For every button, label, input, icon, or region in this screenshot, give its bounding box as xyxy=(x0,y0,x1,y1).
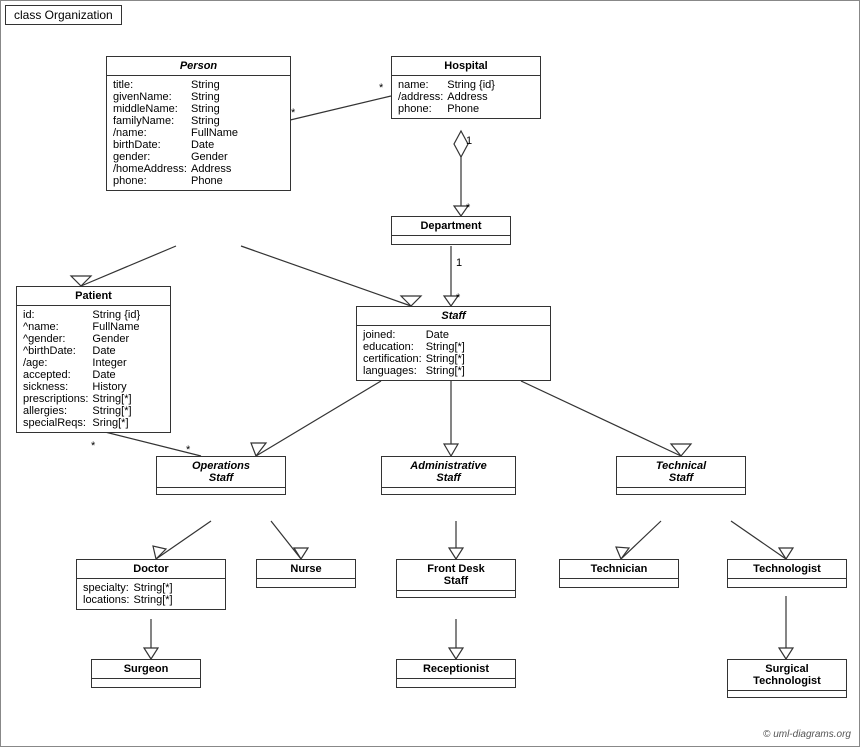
class-front-desk-staff-header: Front DeskStaff xyxy=(397,560,515,591)
class-surgical-technologist: SurgicalTechnologist xyxy=(727,659,847,698)
class-person-header: Person xyxy=(107,57,290,76)
class-doctor-body: specialty:String[*] locations:String[*] xyxy=(77,579,225,609)
class-administrative-staff-header: AdministrativeStaff xyxy=(382,457,515,488)
class-doctor: Doctor specialty:String[*] locations:Str… xyxy=(76,559,226,610)
class-person-body: title:String givenName:String middleName… xyxy=(107,76,290,190)
svg-text:*: * xyxy=(186,444,191,456)
class-patient-header: Patient xyxy=(17,287,170,306)
class-surgeon: Surgeon xyxy=(91,659,201,688)
class-technologist-header: Technologist xyxy=(728,560,846,579)
class-hospital: Hospital name:String {id} /address:Addre… xyxy=(391,56,541,119)
class-technologist: Technologist xyxy=(727,559,847,588)
svg-text:*: * xyxy=(466,202,471,214)
class-administrative-staff: AdministrativeStaff xyxy=(381,456,516,495)
class-department-body xyxy=(392,236,510,244)
svg-text:1: 1 xyxy=(466,135,472,147)
class-doctor-header: Doctor xyxy=(77,560,225,579)
class-staff: Staff joined:Date education:String[*] ce… xyxy=(356,306,551,381)
class-nurse: Nurse xyxy=(256,559,356,588)
svg-text:*: * xyxy=(291,107,296,119)
class-technician: Technician xyxy=(559,559,679,588)
svg-text:*: * xyxy=(91,440,96,452)
class-surgical-technologist-header: SurgicalTechnologist xyxy=(728,660,846,691)
diagram-container: class Organization * * 1 * 1 * xyxy=(0,0,860,747)
class-operations-staff-header: OperationsStaff xyxy=(157,457,285,488)
class-hospital-body: name:String {id} /address:Address phone:… xyxy=(392,76,540,118)
class-department: Department xyxy=(391,216,511,245)
svg-text:1: 1 xyxy=(456,257,462,269)
class-receptionist-header: Receptionist xyxy=(397,660,515,679)
class-technical-staff-header: TechnicalStaff xyxy=(617,457,745,488)
class-patient: Patient id:String {id} ^name:FullName ^g… xyxy=(16,286,171,433)
svg-text:*: * xyxy=(456,292,461,304)
class-nurse-header: Nurse xyxy=(257,560,355,579)
class-operations-staff: OperationsStaff xyxy=(156,456,286,495)
svg-text:*: * xyxy=(379,82,384,94)
class-hospital-header: Hospital xyxy=(392,57,540,76)
class-technician-header: Technician xyxy=(560,560,678,579)
class-person: Person title:String givenName:String mid… xyxy=(106,56,291,191)
class-front-desk-staff: Front DeskStaff xyxy=(396,559,516,598)
class-department-header: Department xyxy=(392,217,510,236)
copyright: © uml-diagrams.org xyxy=(763,729,851,740)
class-staff-body: joined:Date education:String[*] certific… xyxy=(357,326,550,380)
diagram-title: class Organization xyxy=(5,5,122,25)
class-receptionist: Receptionist xyxy=(396,659,516,688)
class-technical-staff: TechnicalStaff xyxy=(616,456,746,495)
class-patient-body: id:String {id} ^name:FullName ^gender:Ge… xyxy=(17,306,170,432)
class-surgeon-header: Surgeon xyxy=(92,660,200,679)
class-staff-header: Staff xyxy=(357,307,550,326)
